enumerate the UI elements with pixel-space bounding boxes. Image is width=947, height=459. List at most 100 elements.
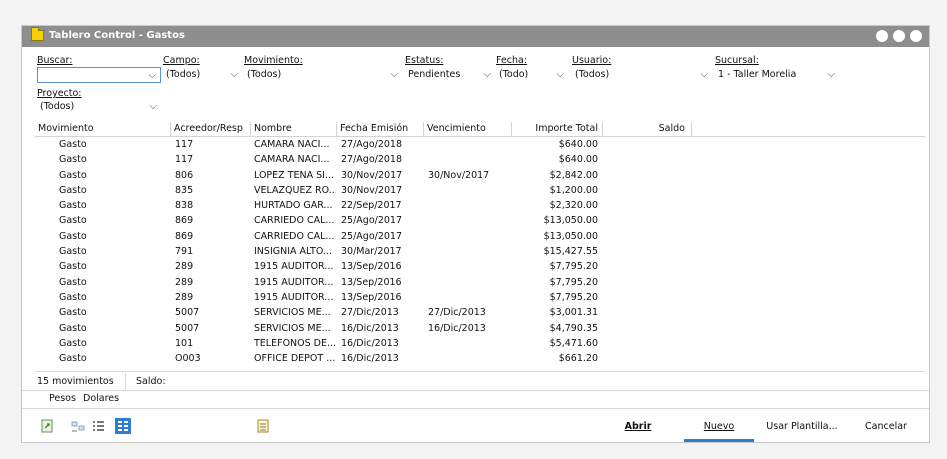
sucursal-select[interactable]: 1 - Taller Morelia ⌵	[715, 67, 839, 83]
table-cell: $13,050.00	[543, 215, 598, 227]
usar-plantilla-button[interactable]: Usar Plantilla...	[765, 418, 839, 435]
nuevo-focus-indicator	[684, 439, 754, 442]
col-importe-total[interactable]: Importe Total	[512, 122, 603, 136]
table-row[interactable]: Gasto 5007 SERVICIOS ME... 27/Dic/2013 27/Di…	[35, 305, 925, 320]
table-cell: Gasto	[59, 353, 87, 365]
table-row[interactable]: Gasto 289 1915 AUDITOR... 13/Sep/2016 $7,795…	[35, 275, 925, 290]
refresh-icon[interactable]	[40, 419, 54, 433]
table-cell: 806	[175, 169, 194, 181]
table-cell: 25/Ago/2017	[341, 230, 403, 242]
table-cell: Gasto	[59, 230, 87, 242]
chevron-down-icon[interactable]: ⌵	[149, 99, 157, 114]
table-row[interactable]: Gasto 791 INSIGNIA ALTO... 30/Mar/2017 $15,4…	[35, 244, 925, 259]
table-cell: 25/Ago/2017	[341, 215, 403, 227]
col-saldo[interactable]: Saldo	[603, 122, 692, 136]
table-cell: Gasto	[59, 169, 87, 181]
table-row[interactable]: Gasto 289 1915 AUDITOR... 13/Sep/2016 $7,795…	[35, 290, 925, 305]
chevron-down-icon[interactable]: ⌵	[390, 67, 398, 82]
summary-bar: 15 movimientos Saldo:	[22, 373, 929, 391]
fecha-select[interactable]: (Todo) ⌵	[496, 67, 568, 83]
chevron-down-icon[interactable]: ⌵	[483, 67, 491, 82]
table-cell: Gasto	[59, 246, 87, 258]
table-header: Movimiento Acreedor/Resp Nombre Fecha Em…	[35, 122, 925, 137]
table-cell: OFFICE DEPOT ...	[254, 353, 336, 365]
table-row[interactable]: Gasto 5007 SERVICIOS ME... 16/Dic/2013 16/Di…	[35, 321, 925, 336]
table-cell: O003	[175, 353, 201, 365]
movimiento-label: Movimiento:	[244, 55, 303, 66]
table-cell: $1,200.00	[549, 184, 598, 196]
bottom-toolbar: Abrir Nuevo Usar Plantilla... Cancelar	[22, 408, 929, 444]
movimiento-select[interactable]: (Todos) ⌵	[244, 67, 402, 83]
divider	[125, 373, 126, 390]
proyecto-value: (Todos)	[40, 101, 75, 112]
table-cell: 791	[175, 246, 194, 258]
table-cell: 27/Dic/2013	[428, 307, 486, 319]
list-view-icon[interactable]	[92, 419, 106, 433]
table-cell: Gasto	[59, 200, 87, 212]
table-body: Gasto 117 CAMARA NACI... 27/Ago/2018 $640.00…	[35, 137, 925, 372]
table-row[interactable]: Gasto 117 CAMARA NACI... 27/Ago/2018 $640.00	[35, 152, 925, 167]
table-cell: 5007	[175, 322, 200, 334]
table-cell: 5007	[175, 307, 200, 319]
nuevo-button[interactable]: Nuevo	[684, 418, 754, 435]
usuario-label: Usuario:	[572, 55, 612, 66]
title-bar[interactable]: Tablero Control - Gastos	[22, 26, 929, 47]
movimiento-value: (Todos)	[247, 69, 282, 80]
col-nombre[interactable]: Nombre	[251, 122, 337, 136]
usuario-select[interactable]: (Todos) ⌵	[572, 67, 712, 83]
maximize-button[interactable]	[893, 30, 905, 42]
cancelar-button[interactable]: Cancelar	[851, 418, 921, 435]
table-cell: $4,790.35	[549, 322, 598, 334]
table-cell: SERVICIOS ME...	[254, 307, 331, 319]
table-row[interactable]: Gasto 117 CAMARA NACI... 27/Ago/2018 $640.00	[35, 137, 925, 152]
buscar-label: Buscar:	[37, 55, 73, 66]
table-cell: $13,050.00	[543, 230, 598, 242]
table-cell: Gasto	[59, 154, 87, 166]
table-cell: Gasto	[59, 337, 87, 349]
sucursal-value: 1 - Taller Morelia	[718, 69, 797, 80]
table-row[interactable]: Gasto 289 1915 AUDITOR... 13/Sep/2016 $7,795…	[35, 259, 925, 274]
minimize-button[interactable]	[876, 30, 888, 42]
chevron-down-icon[interactable]: ⌵	[827, 67, 835, 82]
col-acreedor[interactable]: Acreedor/Resp	[171, 122, 251, 136]
proyecto-select[interactable]: (Todos) ⌵	[37, 99, 161, 115]
table-cell: 30/Mar/2017	[341, 246, 402, 258]
table-cell: CAMARA NACI...	[254, 154, 330, 166]
table-row[interactable]: Gasto 869 CARRIEDO CAL... 25/Ago/2017 $13,05…	[35, 229, 925, 244]
table-cell: $640.00	[558, 154, 598, 166]
small-icons-view-icon[interactable]	[71, 419, 85, 433]
chevron-down-icon[interactable]: ⌵	[700, 67, 708, 82]
col-vencimiento[interactable]: Vencimiento	[424, 122, 512, 136]
abrir-button[interactable]: Abrir	[603, 418, 673, 435]
table-row[interactable]: Gasto 869 CARRIEDO CAL... 25/Ago/2017 $13,05…	[35, 213, 925, 228]
table-row[interactable]: Gasto 101 TELEFONOS DE... 16/Dic/2013 $5,471…	[35, 336, 925, 351]
buscar-input[interactable]: ⌵	[37, 67, 161, 83]
table-cell: HURTADO GAR...	[254, 200, 333, 212]
campo-select[interactable]: (Todos) ⌵	[163, 67, 242, 83]
table-row[interactable]: Gasto 806 LOPEZ TENA SI... 30/Nov/2017 30/No…	[35, 168, 925, 183]
table-row[interactable]: Gasto 838 HURTADO GAR... 22/Sep/2017 $2,320.…	[35, 198, 925, 213]
table-cell: 13/Sep/2016	[341, 291, 402, 303]
campo-value: (Todos)	[166, 69, 201, 80]
details-view-icon[interactable]	[115, 418, 131, 434]
chevron-down-icon[interactable]: ⌵	[556, 67, 564, 82]
tab-pesos[interactable]: Pesos	[49, 390, 76, 407]
notes-icon[interactable]	[256, 419, 270, 433]
tab-dolares[interactable]: Dolares	[83, 390, 119, 407]
col-fecha-emision[interactable]: Fecha Emisión	[337, 122, 424, 136]
chevron-down-icon[interactable]: ⌵	[230, 67, 238, 82]
table-cell: 27/Ago/2018	[341, 154, 403, 166]
table-row[interactable]: Gasto 835 VELAZQUEZ RO... 30/Nov/2017 $1,200…	[35, 183, 925, 198]
close-button[interactable]	[910, 30, 922, 42]
chevron-down-icon[interactable]: ⌵	[148, 68, 156, 83]
table-cell: Gasto	[59, 215, 87, 227]
table-row[interactable]: Gasto O003 OFFICE DEPOT ... 16/Dic/2013 $661…	[35, 351, 925, 366]
table-cell: $3,001.31	[549, 307, 598, 319]
table-cell: Gasto	[59, 307, 87, 319]
table-cell: 101	[175, 337, 194, 349]
saldo-label: Saldo:	[136, 376, 166, 387]
estatus-select[interactable]: Pendientes ⌵	[405, 67, 495, 83]
col-movimiento[interactable]: Movimiento	[35, 122, 171, 136]
sucursal-label: Sucursal:	[715, 55, 759, 66]
table-cell: 289	[175, 291, 194, 303]
